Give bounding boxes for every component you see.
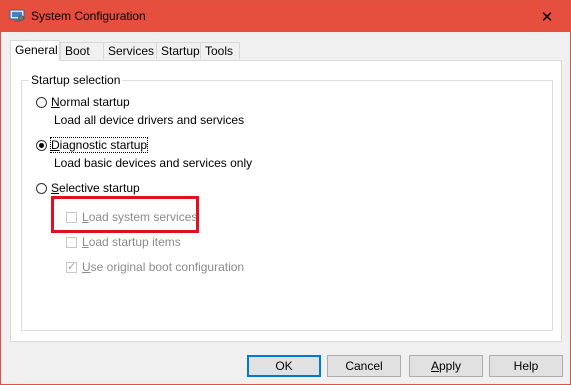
system-configuration-window: System Configuration ✕ General Boot Serv…: [0, 0, 571, 385]
tab-general[interactable]: General: [10, 40, 60, 61]
tab-tools[interactable]: Tools: [200, 42, 240, 59]
ok-button[interactable]: OK: [247, 355, 321, 377]
close-icon: ✕: [540, 8, 554, 26]
startup-selection-label: Startup selection: [29, 73, 123, 87]
help-button[interactable]: Help: [489, 355, 563, 377]
diagnostic-startup-text: iagnostic startup: [59, 138, 148, 152]
cancel-button[interactable]: Cancel: [327, 355, 401, 377]
system-configuration-app-icon: [9, 9, 25, 23]
window-title: System Configuration: [31, 9, 146, 23]
selective-startup-text: elective startup: [59, 181, 140, 195]
apply-button[interactable]: Apply: [409, 355, 483, 377]
normal-startup-description: Load all device drivers and services: [54, 113, 245, 127]
tab-boot[interactable]: Boot: [60, 42, 104, 59]
checkmark-icon: ✓: [67, 261, 77, 273]
diagnostic-startup-accel: D: [51, 138, 60, 152]
normal-startup-accel: N: [51, 95, 60, 109]
load-startup-items-checkbox[interactable]: [66, 237, 77, 248]
use-original-boot-config-checkbox[interactable]: ✓: [66, 261, 77, 273]
close-button[interactable]: ✕: [524, 1, 570, 32]
selective-startup-radio[interactable]: [36, 183, 47, 194]
annotation-highlight-box: [51, 196, 199, 233]
load-startup-items-text: oad startup items: [88, 235, 181, 249]
load-startup-items-label[interactable]: Load startup items: [82, 235, 181, 249]
use-original-boot-config-label[interactable]: Use original boot configuration: [82, 260, 244, 274]
diagnostic-startup-label[interactable]: Diagnostic startup: [49, 137, 149, 153]
use-original-boot-config-text: se original boot configuration: [90, 260, 245, 274]
diagnostic-startup-description: Load basic devices and services only: [54, 156, 253, 170]
selective-startup-accel: S: [51, 181, 60, 195]
normal-startup-text: ormal startup: [59, 95, 130, 109]
use-original-boot-config-accel: U: [82, 260, 91, 274]
radio-selected-dot: [39, 143, 44, 148]
apply-accel: A: [430, 359, 439, 373]
normal-startup-label[interactable]: Normal startup: [51, 95, 130, 109]
diagnostic-startup-radio[interactable]: [36, 140, 47, 151]
normal-startup-radio[interactable]: [36, 97, 47, 108]
selective-startup-label[interactable]: Selective startup: [51, 181, 140, 195]
title-bar[interactable]: System Configuration ✕: [1, 1, 570, 32]
apply-text: pply: [439, 359, 462, 373]
tab-services[interactable]: Services: [103, 42, 157, 59]
load-startup-items-accel: L: [82, 235, 89, 249]
tab-startup[interactable]: Startup: [156, 42, 201, 59]
